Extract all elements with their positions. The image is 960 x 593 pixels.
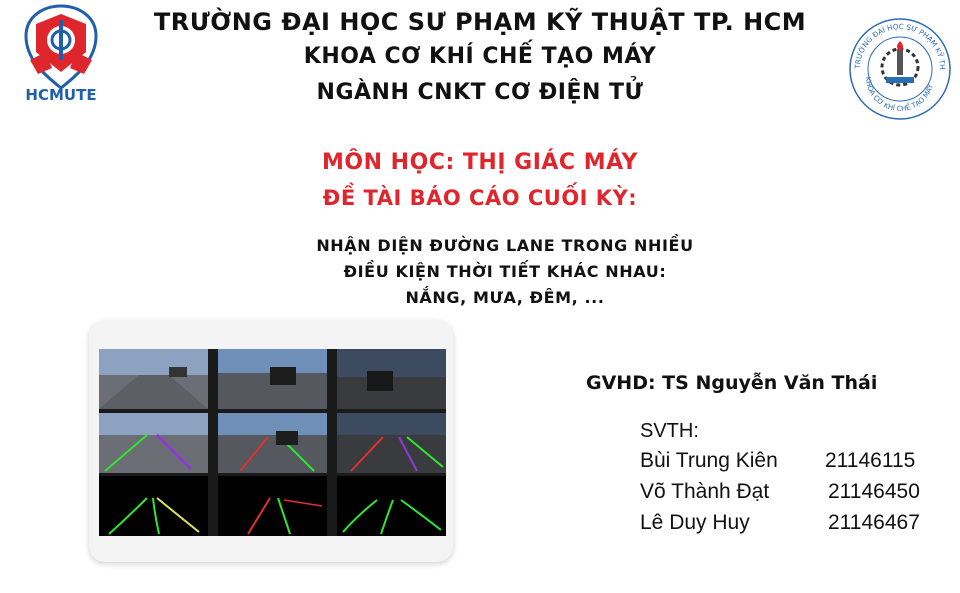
university-name: TRƯỜNG ĐẠI HỌC SƯ PHẠM KỸ THUẬT TP. HCM bbox=[153, 8, 807, 36]
advisor: GVHD: TS Nguyễn Văn Thái bbox=[586, 372, 878, 394]
lane-overlay-image bbox=[99, 413, 208, 473]
major-name: NGÀNH CNKT CƠ ĐIỆN TỬ bbox=[316, 80, 644, 105]
topic-line-1: NHẬN DIỆN ĐƯỜNG LANE TRONG NHIỀU bbox=[316, 236, 694, 255]
faculty-name: KHOA CƠ KHÍ CHẾ TẠO MÁY bbox=[303, 44, 657, 69]
report-title: ĐỀ TÀI BÁO CÁO CUỐI KỲ: bbox=[322, 186, 638, 210]
student-id: 21146467 bbox=[828, 511, 920, 534]
road-image bbox=[218, 349, 327, 409]
lane-mask-image bbox=[218, 476, 327, 536]
road-image bbox=[99, 349, 208, 409]
topic-line-3: NẮNG, MƯA, ĐÊM, ... bbox=[405, 288, 605, 307]
lane-overlay-image bbox=[218, 413, 327, 473]
student-name: Lê Duy Huy bbox=[640, 511, 750, 534]
course-title: MÔN HỌC: THỊ GIÁC MÁY bbox=[322, 150, 638, 175]
students-label: SVTH: bbox=[640, 420, 699, 442]
road-image bbox=[337, 349, 446, 409]
student-id: 21146115 bbox=[825, 449, 916, 472]
student-name: Bùi Trung Kiên bbox=[640, 449, 778, 472]
lane-mask-image bbox=[337, 476, 446, 536]
student-name: Võ Thành Đạt bbox=[640, 480, 770, 503]
lane-overlay-image bbox=[337, 413, 446, 473]
student-id: 21146450 bbox=[828, 480, 920, 503]
lane-detection-image-grid bbox=[99, 349, 446, 536]
lane-mask-image bbox=[99, 476, 208, 536]
topic-line-2: ĐIỀU KIỆN THỜI TIẾT KHÁC NHAU: bbox=[343, 262, 667, 281]
